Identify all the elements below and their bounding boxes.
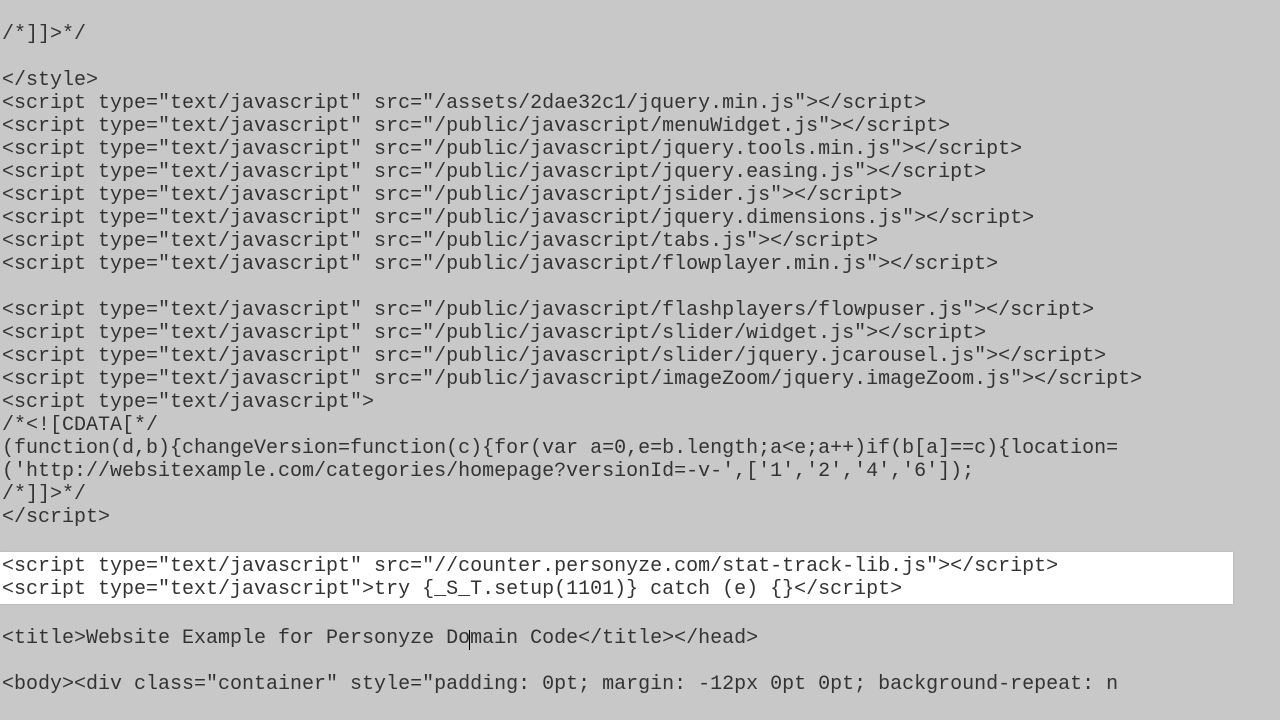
code-line: [0, 604, 1280, 627]
code-line: <script type="text/javascript" src="/pub…: [0, 161, 1280, 184]
code-line: <script type="text/javascript" src="/pub…: [0, 368, 1280, 391]
code-line: <script type="text/javascript" src="/pub…: [0, 230, 1280, 253]
code-line: <script type="text/javascript" src="/pub…: [0, 345, 1280, 368]
code-line: [0, 276, 1280, 299]
code-line: <script type="text/javascript">: [0, 391, 1280, 414]
code-line: /*]]>*/: [0, 483, 1280, 506]
title-text-post: main Code</title></head>: [470, 627, 758, 650]
code-line-highlighted: <script type="text/javascript">try {_S_T…: [0, 578, 1233, 601]
highlighted-region: <script type="text/javascript" src="//co…: [0, 552, 1233, 604]
code-line: [0, 650, 1280, 673]
code-line: (function(d,b){changeVersion=function(c)…: [0, 437, 1280, 460]
code-line: <script type="text/javascript" src="/pub…: [0, 115, 1280, 138]
code-line: <script type="text/javascript" src="/pub…: [0, 184, 1280, 207]
code-line: <script type="text/javascript" src="/ass…: [0, 92, 1280, 115]
code-line: /*<![CDATA[*/: [0, 414, 1280, 437]
code-line: <script type="text/javascript" src="/pub…: [0, 207, 1280, 230]
code-line: <script type="text/javascript" src="/pub…: [0, 322, 1280, 345]
code-line: ('http://websitexample.com/categories/ho…: [0, 460, 1280, 483]
code-line: [0, 0, 1280, 23]
source-code-viewer[interactable]: /*]]>*/ </style> <script type="text/java…: [0, 0, 1280, 696]
code-line: [0, 46, 1280, 69]
code-line: <script type="text/javascript" src="/pub…: [0, 299, 1280, 322]
code-line: <script type="text/javascript" src="/pub…: [0, 138, 1280, 161]
code-line: <body><div class="container" style="padd…: [0, 673, 1280, 696]
code-line: </script>: [0, 506, 1280, 529]
code-line: <title>Website Example for Personyze Dom…: [0, 627, 1280, 650]
code-line: [0, 529, 1280, 552]
code-line: </style>: [0, 69, 1280, 92]
code-line-highlighted: <script type="text/javascript" src="//co…: [0, 555, 1233, 578]
code-line: /*]]>*/: [0, 23, 1280, 46]
title-text-pre: <title>Website Example for Personyze Do: [2, 627, 470, 650]
code-line: <script type="text/javascript" src="/pub…: [0, 253, 1280, 276]
